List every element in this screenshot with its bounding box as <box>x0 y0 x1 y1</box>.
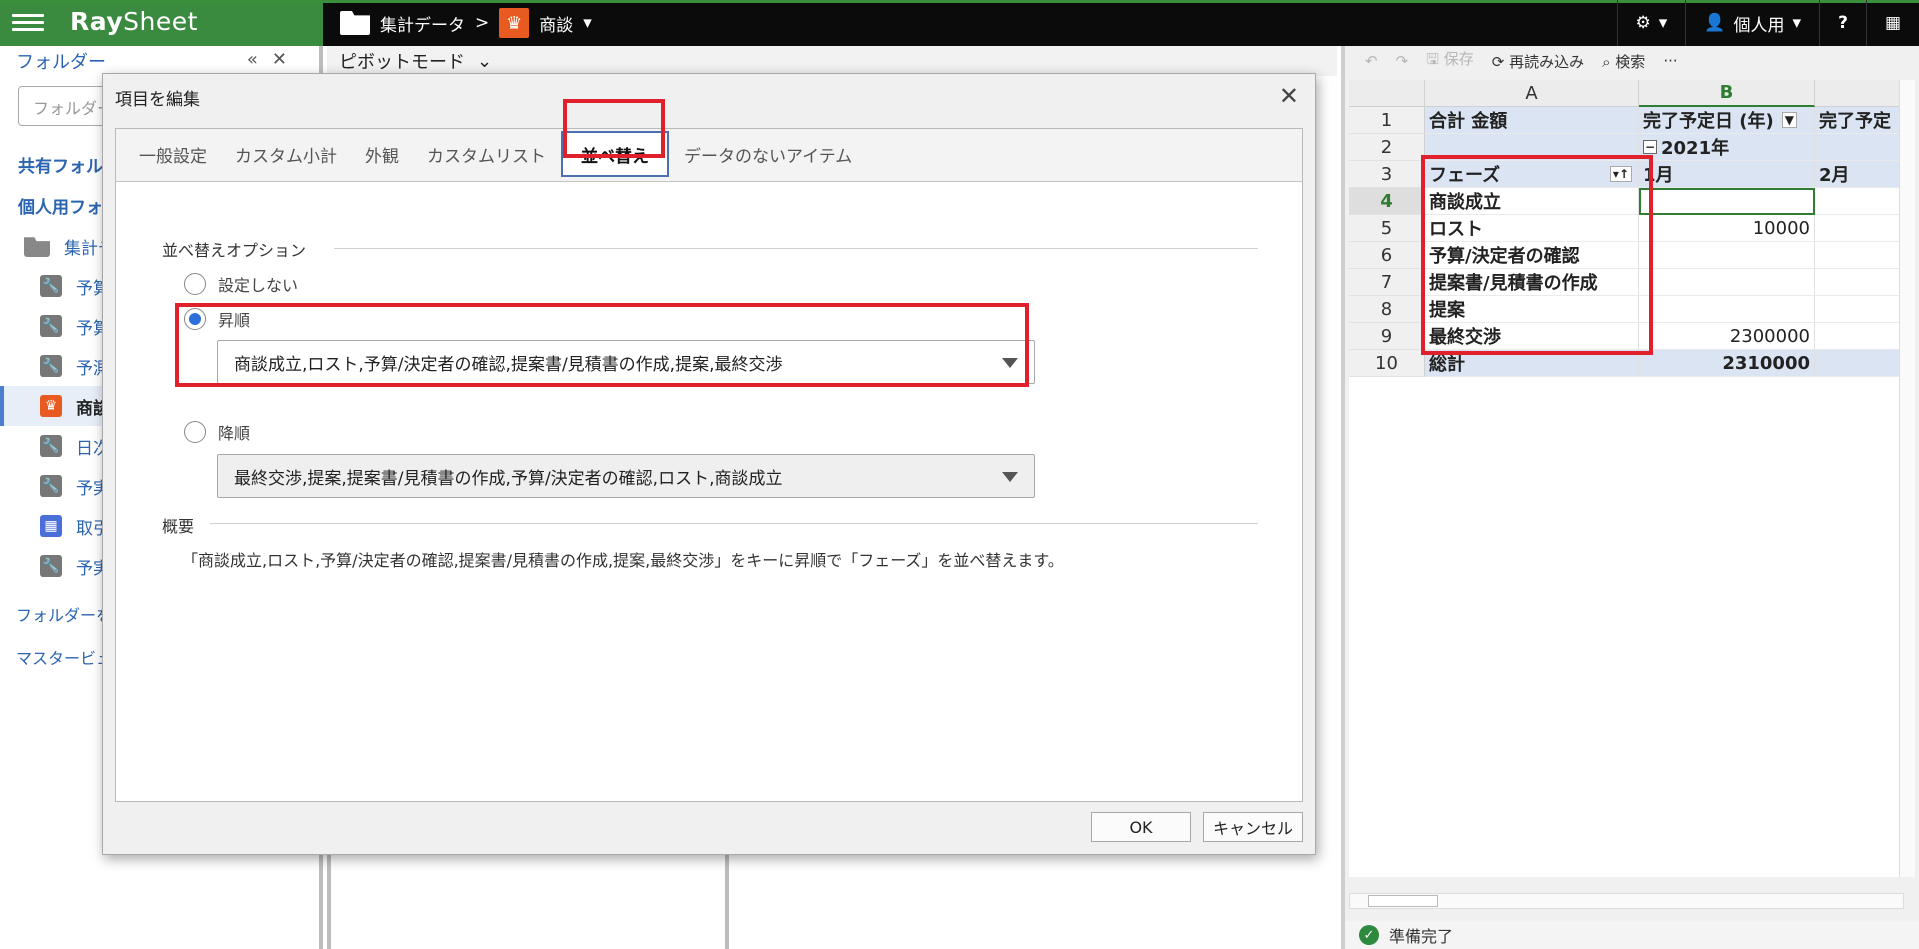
cancel-button[interactable]: キャンセル <box>1203 812 1303 842</box>
radio-button[interactable] <box>184 273 206 295</box>
tab-appearance[interactable]: 外観 <box>352 128 412 181</box>
select-value: 最終交渉,提案,提案書/見積書の作成,予算/決定者の確認,ロスト,商談成立 <box>234 468 783 489</box>
summary-text: 「商談成立,ロスト,予算/決定者の確認,提案書/見積書の作成,提案,最終交渉」を… <box>182 551 1064 570</box>
dialog-title: 項目を編集 <box>115 89 200 110</box>
tab-bar: 一般設定 カスタム小計 外観 カスタムリスト 並べ替え データのないアイテム <box>116 129 1302 182</box>
sort-options-label: 並べ替えオプション <box>162 241 307 260</box>
chevron-down-icon <box>1002 472 1018 482</box>
summary-label: 概要 <box>162 517 195 536</box>
radio-none[interactable]: 設定しない <box>184 272 298 296</box>
dialog-overlay: 項目を編集 ✕ 一般設定 カスタム小計 外観 カスタムリスト 並べ替え データの… <box>0 0 1919 949</box>
radio-descending[interactable]: 降順 <box>184 420 250 444</box>
close-icon[interactable]: ✕ <box>1279 84 1299 108</box>
radio-button[interactable] <box>184 421 206 443</box>
tab-custom-list[interactable]: カスタムリスト <box>414 128 559 181</box>
tab-no-data-items[interactable]: データのないアイテム <box>671 128 865 181</box>
edit-field-dialog: 項目を編集 ✕ 一般設定 カスタム小計 外観 カスタムリスト 並べ替え データの… <box>102 73 1316 855</box>
section-divider <box>334 248 1258 249</box>
highlight-box <box>563 99 665 158</box>
radio-label: 設定しない <box>218 276 299 295</box>
tab-custom-subtotal[interactable]: カスタム小計 <box>222 128 350 181</box>
descending-list-select[interactable]: 最終交渉,提案,提案書/見積書の作成,予算/決定者の確認,ロスト,商談成立 <box>217 454 1035 498</box>
dialog-title-bar: 項目を編集 ✕ <box>103 74 1315 120</box>
ok-button[interactable]: OK <box>1091 812 1191 842</box>
tab-general[interactable]: 一般設定 <box>126 128 220 181</box>
section-divider <box>210 523 1258 524</box>
radio-label: 降順 <box>218 424 251 443</box>
highlight-box <box>175 303 1029 387</box>
dialog-body: 一般設定 カスタム小計 外観 カスタムリスト 並べ替え データのないアイテム 並… <box>115 128 1303 802</box>
